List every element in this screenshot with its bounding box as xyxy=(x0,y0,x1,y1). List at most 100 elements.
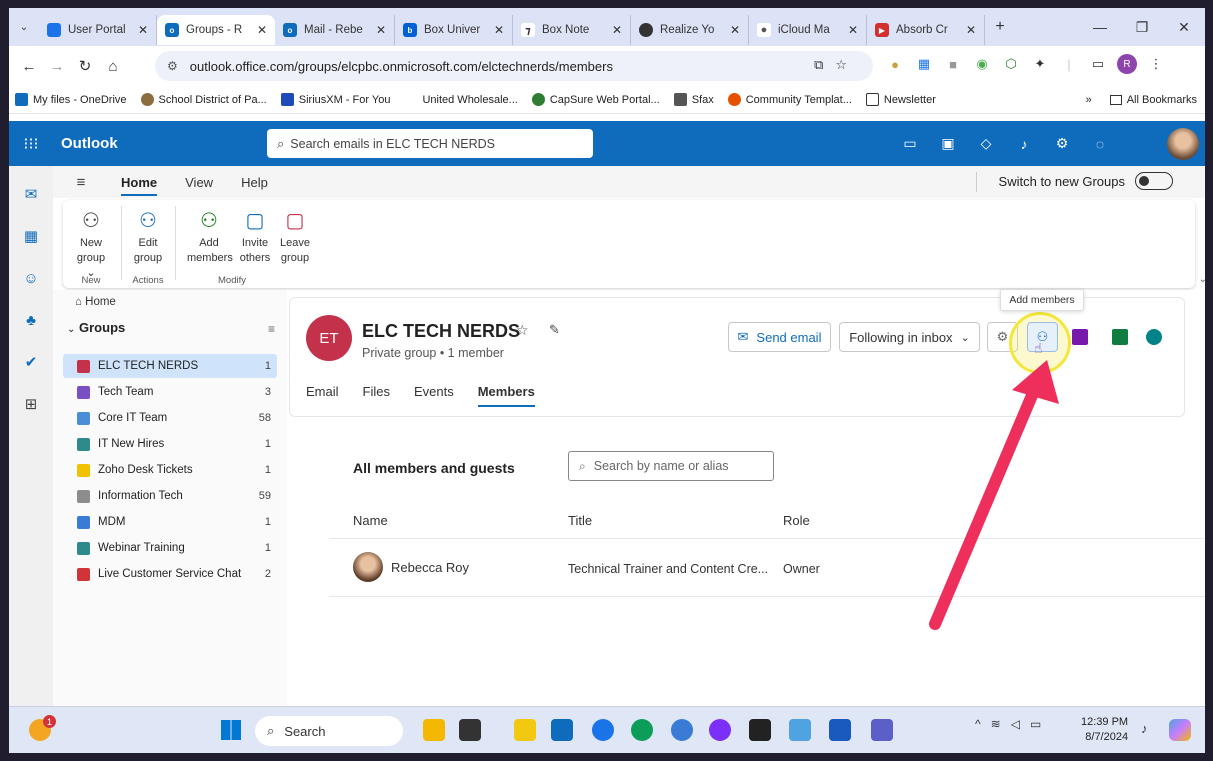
lightbulb-icon[interactable]: ◌ xyxy=(1087,136,1113,152)
groups-heading[interactable]: ⌄ Groups xyxy=(67,320,125,335)
bookmark-item[interactable]: Community Templat... xyxy=(727,93,852,106)
all-bookmarks[interactable]: All Bookmarks xyxy=(1109,94,1197,106)
bookmark-item[interactable]: CapSure Web Portal... xyxy=(531,93,660,106)
browser-tab[interactable]: User Portal ✕ xyxy=(39,15,157,45)
column-header-title[interactable]: Title xyxy=(568,513,592,528)
following-dropdown[interactable]: Following in inbox ⌄ xyxy=(839,322,980,352)
mail-icon[interactable]: ✉ xyxy=(21,184,41,204)
search-box[interactable]: ⌕ Search emails in ELC TECH NERDS xyxy=(267,129,593,158)
leave-group-button[interactable]: ▢ Leave group xyxy=(275,206,315,266)
browser-tab[interactable]: ⁊ Box Note ✕ xyxy=(513,15,631,45)
close-icon[interactable]: ✕ xyxy=(376,23,386,37)
tab-email[interactable]: Email xyxy=(306,384,339,399)
toggle-switch[interactable] xyxy=(1135,172,1173,190)
bookmark-item[interactable]: United Wholesale... xyxy=(404,93,518,106)
reload-button[interactable]: ↻ xyxy=(71,57,99,75)
browser-tab[interactable]: Realize Yo ✕ xyxy=(631,15,749,45)
tab-events[interactable]: Events xyxy=(414,384,454,399)
bookmark-item[interactable]: My files - OneDrive xyxy=(15,93,127,106)
back-button[interactable]: ← xyxy=(15,58,43,75)
browser-tab[interactable]: ● iCloud Ma ✕ xyxy=(749,15,867,45)
group-list-item[interactable]: IT New Hires 1 xyxy=(63,432,277,456)
invite-others-button[interactable]: ▢ Invite others xyxy=(235,206,275,266)
more-apps-icon[interactable]: ⊞ xyxy=(21,394,41,414)
browser-tab[interactable]: o Mail - Rebe ✕ xyxy=(275,15,395,45)
close-icon[interactable]: ✕ xyxy=(730,23,740,37)
file-explorer-icon[interactable] xyxy=(423,719,445,741)
tab-view[interactable]: View xyxy=(185,169,213,196)
store-icon[interactable] xyxy=(551,719,573,741)
close-icon[interactable]: ✕ xyxy=(966,23,976,37)
edit-pencil-icon[interactable]: ✎ xyxy=(549,322,560,338)
puzzle-icon[interactable]: ✦ xyxy=(1030,54,1050,74)
chrome-icon[interactable] xyxy=(592,719,614,741)
group-list-item[interactable]: Zoho Desk Tickets 1 xyxy=(63,458,277,482)
minimize-button[interactable]: — xyxy=(1079,8,1121,46)
filter-icon[interactable]: ≡ xyxy=(268,322,275,336)
cast-icon[interactable]: ▭ xyxy=(1088,54,1108,74)
taskview-icon[interactable] xyxy=(459,719,481,741)
copilot-pre-icon[interactable] xyxy=(1169,719,1191,741)
star-icon[interactable]: ☆ xyxy=(516,322,529,339)
close-icon[interactable]: ✕ xyxy=(494,23,504,37)
profile-avatar[interactable]: R xyxy=(1117,54,1137,74)
group-list-item[interactable]: Tech Team 3 xyxy=(63,380,277,404)
close-window-button[interactable]: ✕ xyxy=(1163,8,1205,46)
calendar-icon[interactable]: ▦ xyxy=(21,226,41,246)
member-search-input[interactable]: ⌕ Search by name or alias xyxy=(568,451,774,481)
windows-start-icon[interactable] xyxy=(221,720,241,740)
onenote-icon[interactable] xyxy=(1072,329,1088,345)
volume-icon[interactable]: ◁ xyxy=(1011,717,1020,731)
extension-icon[interactable]: ■ xyxy=(943,54,963,74)
bookmark-item[interactable]: Sfax xyxy=(673,93,714,106)
teams-chat-icon[interactable]: ▭ xyxy=(897,135,923,152)
switch-new-groups[interactable]: Switch to new Groups xyxy=(999,172,1173,190)
add-members-button[interactable]: ⚇ Add members xyxy=(187,206,233,266)
extension-shield-icon[interactable]: ◉ xyxy=(972,54,992,74)
todo-icon[interactable]: ◇ xyxy=(973,135,999,152)
sharepoint-icon[interactable] xyxy=(1146,329,1162,345)
gear-icon[interactable]: ⚙ xyxy=(1049,135,1075,152)
home-link[interactable]: ⌂ Home xyxy=(75,296,116,308)
tab-files[interactable]: Files xyxy=(363,384,390,399)
copilot-icon[interactable] xyxy=(709,719,731,741)
groups-icon[interactable]: ♣ xyxy=(21,310,41,330)
home-button[interactable]: ⌂ xyxy=(99,58,127,75)
group-list-item[interactable]: Webinar Training 1 xyxy=(63,536,277,560)
group-list-item[interactable]: Core IT Team 58 xyxy=(63,406,277,430)
clock[interactable]: 12:39 PM 8/7/2024 xyxy=(1081,715,1128,745)
forward-button[interactable]: → xyxy=(43,58,71,75)
new-tab-button[interactable]: + xyxy=(985,18,1015,36)
notepad-icon[interactable] xyxy=(789,719,811,741)
browser-tab[interactable]: b Box Univer ✕ xyxy=(395,15,513,45)
taskbar-search[interactable]: ⌕ Search xyxy=(255,716,403,746)
hamburger-icon[interactable]: ≡ xyxy=(63,174,99,191)
browser-tab[interactable]: ▶ Absorb Cr ✕ xyxy=(867,15,985,45)
new-group-button[interactable]: ⚇ New group ⌄ xyxy=(71,206,111,281)
menu-dots-icon[interactable]: ⋮ xyxy=(1146,54,1166,74)
bell-icon[interactable]: ♪ xyxy=(1011,136,1037,152)
group-list-item[interactable]: Information Tech 59 xyxy=(63,484,277,508)
battery-icon[interactable]: ▭ xyxy=(1030,717,1041,731)
member-role[interactable]: Owner xyxy=(783,562,820,576)
extension-grid-icon[interactable]: ▦ xyxy=(914,54,934,74)
close-icon[interactable]: ✕ xyxy=(138,23,148,37)
tab-home[interactable]: Home xyxy=(121,169,158,196)
wifi-icon[interactable]: ≋ xyxy=(991,717,1001,731)
bookmark-item[interactable]: Newsletter xyxy=(865,93,936,106)
bookmark-item[interactable]: School District of Pa... xyxy=(140,93,267,106)
bell-icon[interactable]: ♪ xyxy=(1141,721,1148,736)
chevron-down-icon[interactable]: ⌄ xyxy=(1199,274,1205,285)
app-icon[interactable] xyxy=(749,719,771,741)
send-email-button[interactable]: ✉ Send email xyxy=(728,322,831,352)
teams-icon[interactable] xyxy=(871,719,893,741)
group-list-item[interactable]: Live Customer Service Chat 2 xyxy=(63,562,277,586)
close-icon[interactable]: ✕ xyxy=(848,23,858,37)
restore-button[interactable]: ❐ xyxy=(1121,8,1163,46)
tab-members[interactable]: Members xyxy=(477,384,535,407)
more-bookmarks-button[interactable]: » xyxy=(1086,94,1092,106)
column-header-role[interactable]: Role xyxy=(783,513,810,528)
extension-icon[interactable]: ● xyxy=(885,54,905,74)
app-icon[interactable] xyxy=(671,719,693,741)
bookmark-item[interactable]: SiriusXM - For You xyxy=(280,93,390,106)
